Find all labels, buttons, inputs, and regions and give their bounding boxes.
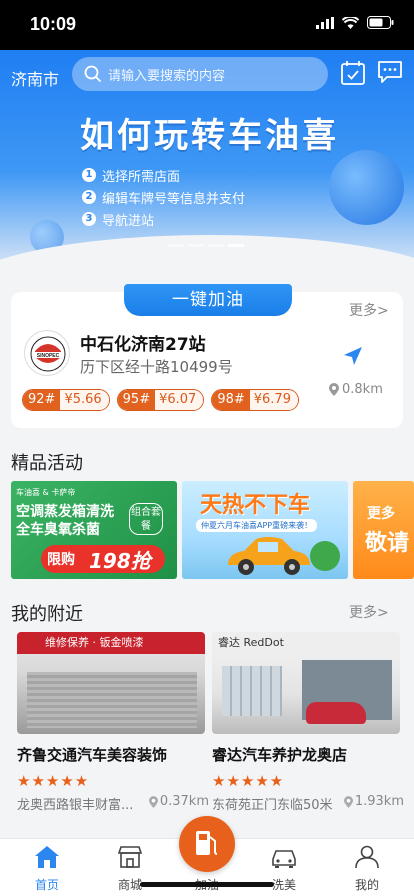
- shop-rating: ★★★★★: [212, 772, 285, 790]
- shop-distance: 0.37km: [148, 794, 209, 809]
- home-indicator: [140, 882, 274, 887]
- activities-title: 精品活动: [11, 453, 83, 474]
- location-pin-icon: [329, 383, 339, 396]
- wifi-icon: [342, 16, 359, 29]
- signal-icon: [316, 16, 334, 29]
- calendar-check-icon[interactable]: [341, 60, 365, 86]
- station-address: 历下区经十路10499号: [80, 358, 233, 376]
- store-icon: [117, 846, 143, 868]
- car-illustration: [228, 537, 310, 575]
- station-distance: 0.8km: [329, 382, 383, 397]
- status-bar: 10:09: [0, 0, 414, 50]
- home-icon: [35, 846, 59, 868]
- shop-address: 龙奥西路银丰财富...: [17, 798, 134, 813]
- carousel-dot[interactable]: [188, 244, 204, 247]
- fuel-price-badge[interactable]: 98# ¥6.79: [211, 389, 299, 411]
- profile-icon: [355, 845, 379, 869]
- shop-card[interactable]: 睿达 RedDot 睿达汽车养护龙奥店 ★★★★★ 东荷苑正门东临50米 1.9…: [212, 632, 404, 813]
- activity-banner-more[interactable]: 更多 敬请: [353, 481, 414, 579]
- shop-name[interactable]: 齐鲁交通汽车美容装饰: [17, 744, 205, 765]
- fuel-pump-icon: [196, 831, 218, 855]
- shop-photo: 睿达 RedDot: [212, 632, 400, 734]
- car-icon: [272, 850, 296, 868]
- station-distance-text: 0.8km: [342, 382, 383, 397]
- fuel-prices: 92# ¥5.66 95# ¥6.07 98# ¥6.79: [22, 389, 299, 411]
- location-pin-icon: [343, 795, 353, 808]
- activity-banner-summer[interactable]: 天热不下车 仲夏六月车油喜APP重磅来袭！: [182, 481, 348, 579]
- nearby-title: 我的附近: [11, 604, 83, 625]
- location-pin-icon: [148, 795, 158, 808]
- shop-rating: ★★★★★: [17, 772, 90, 790]
- shop-distance: 1.93km: [343, 794, 404, 809]
- battery-icon: [367, 16, 394, 29]
- fuel-price-badge[interactable]: 95# ¥6.07: [116, 389, 205, 411]
- activity-banner-cleaning[interactable]: 车油喜 & 卡萨帝 空调蒸发箱清洗 全车臭氧杀菌 组合套餐 限购 198抢: [11, 481, 177, 579]
- carousel-indicator[interactable]: [168, 244, 244, 247]
- banner-step: 1 选择所需店面: [82, 164, 245, 186]
- refuel-more-link[interactable]: 更多>: [349, 300, 389, 320]
- fuel-price-badge[interactable]: 92# ¥5.66: [22, 389, 110, 411]
- fuel-fab-button[interactable]: [179, 816, 235, 872]
- status-icons: [316, 16, 394, 29]
- banner-title: 如何玩转车油喜: [80, 116, 339, 156]
- status-time: 10:09: [30, 14, 77, 34]
- sinopec-logo: SINOPEC: [24, 330, 70, 376]
- shop-name[interactable]: 睿达汽车养护龙奥店: [212, 744, 400, 765]
- message-icon[interactable]: [377, 60, 403, 84]
- decor-bubble: [329, 150, 404, 225]
- carousel-dot[interactable]: [168, 244, 184, 247]
- nearby-more-link[interactable]: 更多>: [349, 602, 389, 622]
- search-input[interactable]: 请输入要搜索的内容: [72, 57, 328, 91]
- logo-text: SINOPEC: [37, 353, 60, 359]
- carousel-dot[interactable]: [208, 244, 224, 247]
- banner-step: 2 编辑车牌号等信息并支付: [82, 186, 245, 208]
- shop-address: 东荷苑正门东临50米: [212, 798, 333, 813]
- tab-profile[interactable]: 我的: [337, 845, 397, 893]
- refuel-card[interactable]: 一键加油 更多> SINOPEC 中石化济南27站 历下区经十路10499号 0…: [11, 284, 403, 428]
- hero-banner[interactable]: 济南市 请输入要搜索的内容 如何玩转车油喜 1 选择所需店面 2 编辑车牌号等信息并…: [0, 50, 414, 272]
- refuel-tab-label: 一键加油: [124, 284, 292, 316]
- banner-steps: 1 选择所需店面 2 编辑车牌号等信息并支付 3 导航进站: [82, 164, 245, 230]
- search-icon: [84, 65, 102, 83]
- search-placeholder: 请输入要搜索的内容: [108, 68, 226, 84]
- banner-step: 3 导航进站: [82, 208, 245, 230]
- station-name[interactable]: 中石化济南27站: [80, 330, 206, 355]
- shop-card[interactable]: 维修保养 · 钣金喷漆 齐鲁交通汽车美容装饰 ★★★★★ 龙奥西路银丰财富...…: [17, 632, 209, 813]
- shop-photo: 维修保养 · 钣金喷漆: [17, 632, 205, 734]
- tab-home[interactable]: 首页: [17, 845, 77, 893]
- carousel-dot-active[interactable]: [228, 244, 244, 247]
- navigation-arrow-icon[interactable]: [343, 346, 363, 366]
- city-selector[interactable]: 济南市: [11, 66, 59, 90]
- activities-carousel[interactable]: 车油喜 & 卡萨帝 空调蒸发箱清洗 全车臭氧杀菌 组合套餐 限购 198抢 天热…: [11, 481, 414, 579]
